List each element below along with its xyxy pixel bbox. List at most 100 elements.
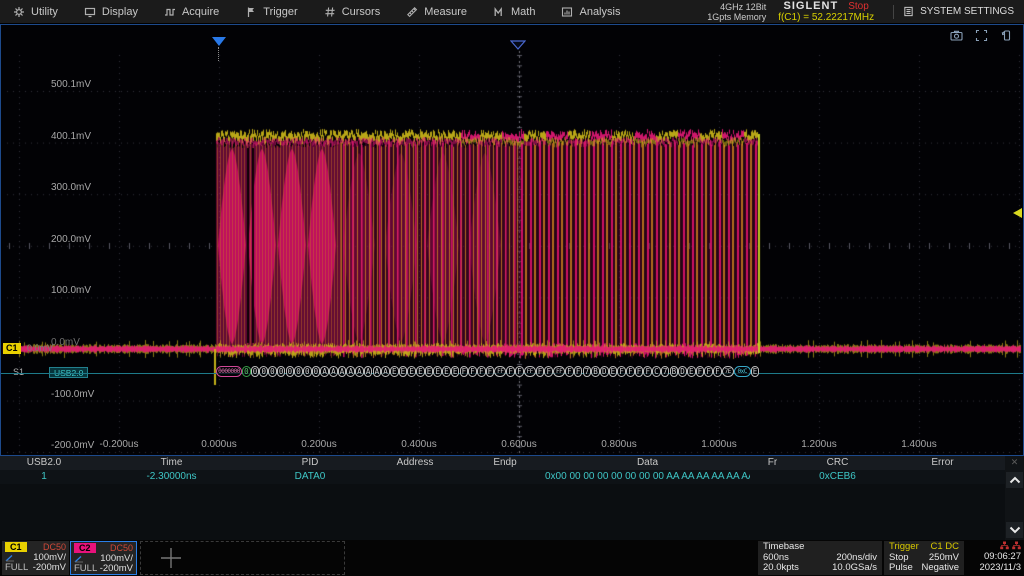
- menu-item-measure[interactable]: Measure: [393, 0, 480, 23]
- decode-bubble: F: [477, 366, 486, 377]
- oscilloscope-screen: Utility Display Acquire Trigger Cursors …: [0, 0, 1024, 576]
- menu-bar: Utility Display Acquire Trigger Cursors …: [0, 0, 1024, 24]
- channel2-bandwidth: FULL: [74, 564, 97, 575]
- frequency-counter: f(C1) = 52.22217MHz: [778, 12, 874, 23]
- menu-item-math[interactable]: Math: [480, 0, 548, 23]
- table-header-cell: Data: [545, 456, 750, 470]
- menu-item-analysis[interactable]: Analysis: [548, 0, 633, 23]
- decode-bubble: 0: [312, 366, 321, 377]
- decode-bubble: F: [536, 366, 545, 377]
- trigger-level-arrow[interactable]: [1013, 208, 1022, 218]
- channel2-descriptor-box[interactable]: C2DC50 100mV/ FULL-200mV: [70, 541, 137, 575]
- timebase-sample-rate: 10.0GSa/s: [832, 563, 877, 574]
- decode-bubble: A: [381, 366, 390, 377]
- table-cell: DATA0: [255, 470, 365, 484]
- menu-item-utility[interactable]: Utility: [0, 0, 71, 23]
- y-axis-label: 400.1mV: [51, 131, 91, 142]
- decode-bubble: F: [506, 366, 515, 377]
- trigger-type: Pulse: [889, 563, 913, 574]
- decode-bubble: 0: [251, 366, 260, 377]
- menu-item-label: Analysis: [579, 6, 620, 18]
- x-axis-label: 0.000us: [201, 439, 237, 450]
- waveform-display-area[interactable]: 500.1mV400.1mV300.0mV200.0mV100.0mV0.0mV…: [0, 24, 1024, 456]
- x-axis-label: 0.600us: [501, 439, 537, 450]
- delay-reference-marker[interactable]: [510, 37, 526, 55]
- table-row[interactable]: 1-2.30000nsDATA00x00 00 00 00 00 00 00 0…: [0, 470, 1024, 484]
- decode-bubble: A: [338, 366, 347, 377]
- channel2-badge: C2: [74, 543, 96, 553]
- zoom-expand-icon[interactable]: [975, 29, 988, 47]
- table-cell: [465, 470, 545, 484]
- decode-bubble: F: [515, 366, 524, 377]
- scroll-down-button[interactable]: [1006, 522, 1023, 538]
- channel1-zero-label: 0.0mV: [27, 343, 53, 353]
- menu-item-label: Acquire: [182, 6, 219, 18]
- rotate-screen-icon[interactable]: [1000, 29, 1013, 47]
- y-axis-label: -200.0mV: [51, 440, 94, 451]
- trigger-box[interactable]: TriggerC1 DC Stop250mV PulseNegative: [884, 541, 964, 575]
- timebase-title: Timebase: [763, 542, 804, 553]
- menu-item-trigger[interactable]: Trigger: [232, 0, 310, 23]
- table-cell: 1: [0, 470, 88, 484]
- brand-logo: SIGLENT: [784, 1, 839, 12]
- settings-list-icon: [903, 6, 914, 17]
- decode-bubble: 0: [303, 366, 312, 377]
- decode-bubble: B: [670, 366, 679, 377]
- decode-bubble: F: [643, 366, 652, 377]
- table-header-cell: PID: [255, 456, 365, 470]
- channel1-offset-badge[interactable]: C1: [3, 343, 21, 354]
- waveform-canvas: [1, 25, 1023, 455]
- decode-bubble: B: [591, 366, 600, 377]
- system-settings-button[interactable]: SYSTEM SETTINGS: [903, 6, 1024, 17]
- trigger-source: C1 DC: [930, 542, 959, 553]
- channel1-offset: -200mV: [33, 563, 66, 574]
- decode-bubble: F: [704, 366, 713, 377]
- decode-bubble: A: [329, 366, 338, 377]
- acquisition-status: Stop: [848, 1, 869, 12]
- x-axis-label: 1.000us: [701, 439, 737, 450]
- decode-bubble: E: [416, 366, 425, 377]
- menu-item-cursors[interactable]: Cursors: [311, 0, 394, 23]
- channel1-badge: C1: [5, 542, 27, 552]
- y-axis-label: -100.0mV: [51, 389, 94, 400]
- trigger-position-marker[interactable]: [212, 37, 226, 46]
- decode-bubble: D: [600, 366, 609, 377]
- table-header-row: USB2.0TimePIDAddressEndpDataFrCRCError: [0, 456, 1024, 470]
- cursors-icon: [324, 6, 336, 18]
- timebase-box[interactable]: Timebase 600ns200ns/div 20.0kpts10.0GSa/…: [758, 541, 882, 575]
- table-header-cell: Endp: [465, 456, 545, 470]
- decode-bubble: 0000000: [216, 366, 242, 377]
- channel2-slope-icon: [74, 555, 84, 563]
- clock-date: 2023/11/3: [969, 563, 1021, 574]
- decode-bubble: FF: [553, 366, 565, 377]
- table-cell: [365, 470, 465, 484]
- y-axis-label: 100.0mV: [51, 285, 91, 296]
- table-scrollbar[interactable]: ✕: [1005, 456, 1024, 540]
- decode-bubble: 7: [583, 366, 592, 377]
- decode-bubble: E: [442, 366, 451, 377]
- x-axis-label: 0.200us: [301, 439, 337, 450]
- table-cell: [750, 470, 795, 484]
- add-channel-area[interactable]: [140, 541, 345, 575]
- decode-bubble: A: [346, 366, 355, 377]
- decode-bubble: E: [609, 366, 618, 377]
- decode-bubble: 7E: [722, 366, 734, 377]
- datetime-box[interactable]: 09:06:27 2023/11/3: [966, 541, 1024, 575]
- table-cell: 0xCEB6: [795, 470, 880, 484]
- menu-item-label: Display: [102, 6, 138, 18]
- decode-bubble: 0: [294, 366, 303, 377]
- screenshot-camera-icon[interactable]: [950, 29, 963, 47]
- channel2-coupling: DC50: [110, 543, 133, 554]
- x-axis-label: 0.400us: [401, 439, 437, 450]
- plus-icon: [157, 544, 185, 572]
- channel2-offset: -200mV: [100, 564, 133, 575]
- menubar-divider: [893, 5, 894, 19]
- menu-item-acquire[interactable]: Acquire: [151, 0, 232, 23]
- decode-bubble: F: [617, 366, 626, 377]
- channel1-descriptor-box[interactable]: C1DC50 100mV/ FULL-200mV: [2, 541, 69, 575]
- menu-item-display[interactable]: Display: [71, 0, 151, 23]
- close-icon[interactable]: ✕: [1005, 456, 1024, 469]
- decode-bubble: F: [713, 366, 722, 377]
- scroll-up-button[interactable]: [1006, 472, 1023, 488]
- menu-item-label: Measure: [424, 6, 467, 18]
